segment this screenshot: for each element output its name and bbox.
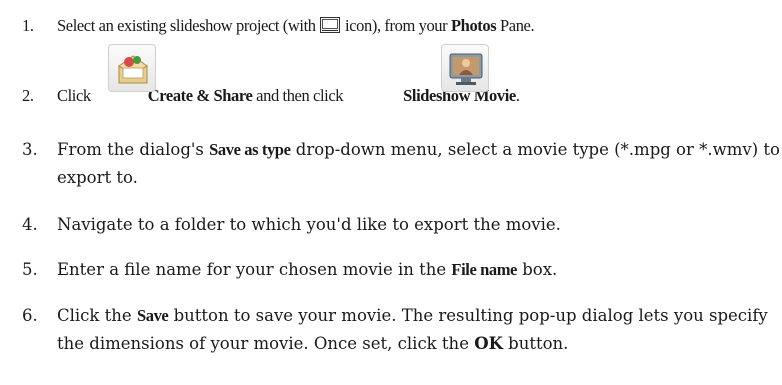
step-text: Click Create & Share and then click Slides… [57,44,782,110]
step-number: 2. [22,86,34,105]
step-number: 3. [22,140,38,159]
step-text-part: Click [57,86,91,105]
step-text-bold: OK [474,334,503,353]
step-text-part: From the dialog's [57,140,210,159]
slideshow-project-icon [320,14,341,42]
step-number: 5. [22,260,38,279]
step-text-bold: Save [136,306,169,325]
step-text-part: Pane. [496,16,535,35]
step-text: Click the Save button to save your movie… [57,302,782,358]
step-text-part: Click the [57,306,137,325]
step-text-part: . [515,86,520,105]
step-text-bold: Save as type [209,140,291,159]
create-share-label: Create & Share [147,86,253,105]
step-number: 6. [22,306,38,325]
step-text-bold: Photos [450,16,497,35]
step-text: Select an existing slideshow project (wi… [57,12,782,42]
step-text: From the dialog's Save as type drop-down… [57,136,782,192]
step-number: 1. [22,16,34,35]
step-text: Enter a file name for your chosen movie … [57,256,782,284]
step-text-part: Select an existing slideshow project (wi… [57,16,320,35]
step-text: Navigate to a folder to which you'd like… [57,215,561,234]
slideshow-movie-icon[interactable] [441,44,489,92]
step-text-part: icon), from your [341,16,451,35]
step-text-bold: File name [451,260,517,279]
create-share-icon[interactable] [108,44,156,92]
instruction-steps: 1. Select an existing slideshow project … [0,0,782,385]
step-text-part: box. [516,260,558,279]
step-text-part: and then click [256,86,344,105]
step-number: 4. [22,215,38,234]
step-text-part: Enter a file name for your chosen movie … [57,260,452,279]
step-text-part: button. [502,334,569,353]
